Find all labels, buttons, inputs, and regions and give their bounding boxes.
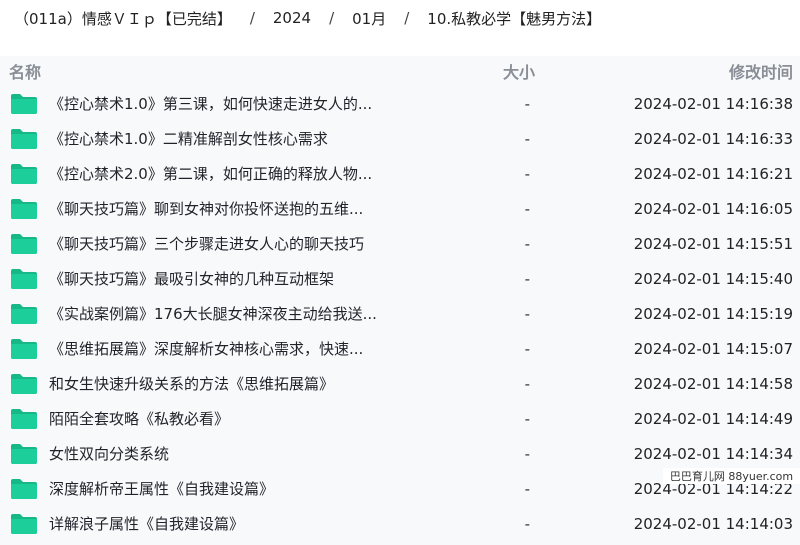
file-size: - [524, 514, 530, 533]
breadcrumb-item-month[interactable]: 01月 [352, 8, 386, 29]
file-name[interactable]: 和女生快速升级关系的方法《思维拓展篇》 [49, 373, 334, 394]
file-row[interactable]: 《聊天技巧篇》最吸引女神的几种互动框架 - 2024-02-01 14:15:40 [0, 261, 800, 296]
file-row[interactable]: 《控心禁术1.0》第三课，如何快速走进女人的... - 2024-02-01 14:… [0, 86, 800, 121]
file-name[interactable]: 陌陌全套攻略《私教必看》 [49, 408, 229, 429]
file-name-cell: 《聊天技巧篇》三个步骤走进女人心的聊天技巧 [10, 233, 415, 255]
file-modified-time: 2024-02-01 14:16:33 [633, 129, 793, 148]
file-size: - [524, 234, 530, 253]
folder-icon [11, 268, 37, 289]
file-row[interactable]: 和女生快速升级关系的方法《思维拓展篇》 - 2024-02-01 14:14:58 [0, 366, 800, 401]
file-size: - [524, 409, 530, 428]
column-header-name[interactable]: 名称 [9, 59, 365, 83]
file-modified-time: 2024-02-01 14:16:05 [633, 199, 793, 218]
file-size: - [524, 94, 530, 113]
breadcrumb-item-year[interactable]: 2024 [273, 9, 311, 27]
folder-icon [11, 408, 37, 429]
folder-icon [11, 338, 37, 359]
file-size: - [524, 339, 530, 358]
file-name[interactable]: 详解浪子属性《自我建设篇》 [49, 513, 244, 534]
folder-icon [11, 163, 37, 184]
file-modified-time: 2024-02-01 14:14:34 [633, 444, 793, 463]
file-name-cell: 《控心禁术1.0》二精准解剖女性核心需求 [10, 128, 415, 150]
file-name-cell: 和女生快速升级关系的方法《思维拓展篇》 [10, 373, 415, 395]
file-name-cell: 《聊天技巧篇》聊到女神对你投怀送抱的五维... [10, 198, 415, 220]
breadcrumb-separator: / [249, 9, 255, 27]
file-row[interactable]: 陌陌全套攻略《私教必看》 - 2024-02-01 14:14:49 [0, 401, 800, 436]
breadcrumb-separator: / [404, 9, 410, 27]
file-name-cell: 《控心禁术1.0》第三课，如何快速走进女人的... [10, 93, 415, 115]
file-size: - [524, 129, 530, 148]
file-modified-time: 2024-02-01 14:15:51 [633, 234, 793, 253]
file-name-cell: 深度解析帝王属性《自我建设篇》 [10, 478, 415, 500]
file-size: - [524, 479, 530, 498]
file-name[interactable]: 深度解析帝王属性《自我建设篇》 [49, 478, 274, 499]
file-list-header: 名称 大小 修改时间 [0, 56, 800, 86]
column-header-size[interactable]: 大小 [365, 59, 535, 83]
file-name[interactable]: 《控心禁术2.0》第二课，如何正确的释放人物... [49, 163, 372, 184]
file-name[interactable]: 《实战案例篇》176大长腿女神深夜主动给我送... [49, 303, 377, 324]
file-row[interactable]: 详解浪子属性《自我建设篇》 - 2024-02-01 14:14:03 [0, 506, 800, 541]
file-row[interactable]: 女性双向分类系统 - 2024-02-01 14:14:34 [0, 436, 800, 471]
file-row[interactable]: 《实战案例篇》176大长腿女神深夜主动给我送... - 2024-02-01 14:… [0, 296, 800, 331]
file-name-cell: 女性双向分类系统 [10, 443, 415, 465]
watermark: 巴巴育儿网 88yuer.com [663, 468, 800, 484]
file-row[interactable]: 《聊天技巧篇》聊到女神对你投怀送抱的五维... - 2024-02-01 14:16… [0, 191, 800, 226]
file-modified-time: 2024-02-01 14:14:58 [633, 374, 793, 393]
file-row[interactable]: 《控心禁术1.0》二精准解剖女性核心需求 - 2024-02-01 14:16:33 [0, 121, 800, 156]
breadcrumb-separator: / [329, 9, 335, 27]
file-name[interactable]: 女性双向分类系统 [49, 443, 169, 464]
file-name-cell: 《控心禁术2.0》第二课，如何正确的释放人物... [10, 163, 415, 185]
file-name[interactable]: 《思维拓展篇》深度解析女神核心需求，快速... [49, 338, 363, 359]
folder-icon [11, 198, 37, 219]
folder-icon [11, 513, 37, 534]
file-size: - [524, 304, 530, 323]
file-name[interactable]: 《控心禁术1.0》二精准解剖女性核心需求 [49, 128, 328, 149]
file-name-cell: 《思维拓展篇》深度解析女神核心需求，快速... [10, 338, 415, 360]
file-name-cell: 《实战案例篇》176大长腿女神深夜主动给我送... [10, 303, 415, 325]
file-name[interactable]: 《控心禁术1.0》第三课，如何快速走进女人的... [49, 93, 372, 114]
folder-icon [11, 93, 37, 114]
file-modified-time: 2024-02-01 14:15:19 [633, 304, 793, 323]
file-size: - [524, 374, 530, 393]
file-modified-time: 2024-02-01 14:16:38 [633, 94, 793, 113]
file-row[interactable]: 《控心禁术2.0》第二课，如何正确的释放人物... - 2024-02-01 14:… [0, 156, 800, 191]
file-name[interactable]: 《聊天技巧篇》三个步骤走进女人心的聊天技巧 [49, 233, 364, 254]
file-name-cell: 陌陌全套攻略《私教必看》 [10, 408, 415, 430]
folder-icon [11, 443, 37, 464]
file-modified-time: 2024-02-01 14:14:49 [633, 409, 793, 428]
breadcrumb-item-current[interactable]: 10.私教必学【魅男方法】 [427, 8, 601, 29]
file-modified-time: 2024-02-01 14:14:03 [633, 514, 793, 533]
file-name[interactable]: 《聊天技巧篇》最吸引女神的几种互动框架 [49, 268, 334, 289]
file-modified-time: 2024-02-01 14:16:21 [633, 164, 793, 183]
file-name-cell: 《聊天技巧篇》最吸引女神的几种互动框架 [10, 268, 415, 290]
column-header-modified[interactable]: 修改时间 [535, 59, 793, 83]
folder-icon [11, 478, 37, 499]
folder-icon [11, 233, 37, 254]
file-modified-time: 2024-02-01 14:15:40 [633, 269, 793, 288]
folder-icon [11, 128, 37, 149]
file-name-cell: 详解浪子属性《自我建设篇》 [10, 513, 415, 535]
file-size: - [524, 269, 530, 288]
breadcrumb: （011a）情感ＶＩｐ【已完结】 / 2024 / 01月 / 10.私教必学【… [0, 0, 800, 36]
file-row[interactable]: 《思维拓展篇》深度解析女神核心需求，快速... - 2024-02-01 14:15… [0, 331, 800, 366]
file-modified-time: 2024-02-01 14:15:07 [633, 339, 793, 358]
folder-icon [11, 303, 37, 324]
file-size: - [524, 444, 530, 463]
folder-icon [11, 373, 37, 394]
file-size: - [524, 164, 530, 183]
file-name[interactable]: 《聊天技巧篇》聊到女神对你投怀送抱的五维... [49, 198, 363, 219]
file-size: - [524, 199, 530, 218]
file-row[interactable]: 《聊天技巧篇》三个步骤走进女人心的聊天技巧 - 2024-02-01 14:15:5… [0, 226, 800, 261]
breadcrumb-item-root[interactable]: （011a）情感ＶＩｐ【已完结】 [14, 8, 232, 29]
